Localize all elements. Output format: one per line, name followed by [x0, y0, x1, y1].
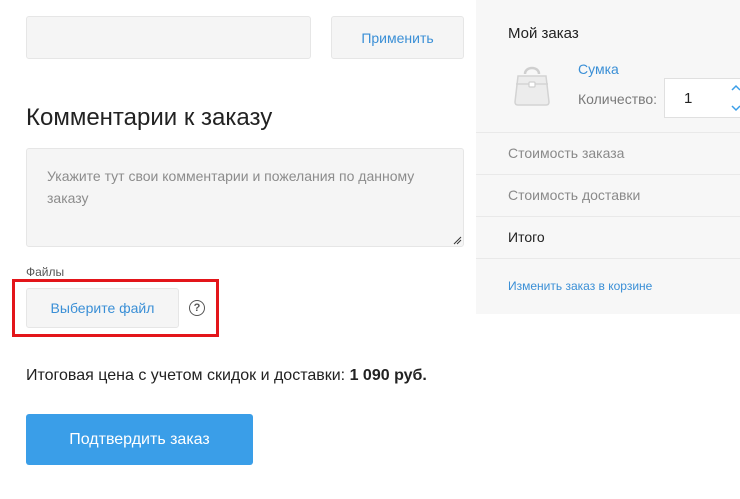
order-total-label: Итого — [508, 229, 545, 245]
question-circle-icon[interactable]: ? — [189, 300, 205, 316]
total-price-text: Итоговая цена с учетом скидок и доставки… — [26, 367, 346, 384]
quantity-stepper[interactable]: 1 — [664, 78, 740, 118]
total-price-amount: 1 090 руб. — [349, 367, 427, 384]
files-label: Файлы — [26, 265, 65, 279]
divider — [476, 216, 740, 217]
comments-textarea[interactable]: Укажите тут свои комментарии и пожелания… — [26, 148, 464, 247]
apply-promo-button[interactable]: Применить — [331, 16, 464, 59]
change-order-link[interactable]: Изменить заказ в корзине — [508, 279, 652, 293]
divider — [476, 174, 740, 175]
chevron-updown-icon[interactable] — [730, 82, 740, 114]
product-name-link[interactable]: Сумка — [578, 61, 619, 77]
divider — [476, 132, 740, 133]
order-cost-label: Стоимость заказа — [508, 145, 625, 161]
total-price-line: Итоговая цена с учетом скидок и доставки… — [26, 367, 427, 385]
divider — [476, 258, 740, 259]
comments-title: Комментарии к заказу — [26, 104, 273, 131]
quantity-label: Количество: — [578, 91, 658, 107]
resize-grip-icon[interactable] — [452, 235, 462, 245]
choose-file-button[interactable]: Выберите файл — [26, 288, 179, 328]
order-summary-title: Мой заказ — [508, 25, 579, 42]
delivery-cost-label: Стоимость доставки — [508, 187, 641, 203]
order-summary-sidebar: Мой заказ Сумка Количество: 1 Стоимость … — [476, 0, 740, 314]
bag-icon — [514, 66, 550, 106]
confirm-order-button[interactable]: Подтвердить заказ — [26, 414, 253, 465]
promo-code-input[interactable] — [26, 16, 311, 59]
